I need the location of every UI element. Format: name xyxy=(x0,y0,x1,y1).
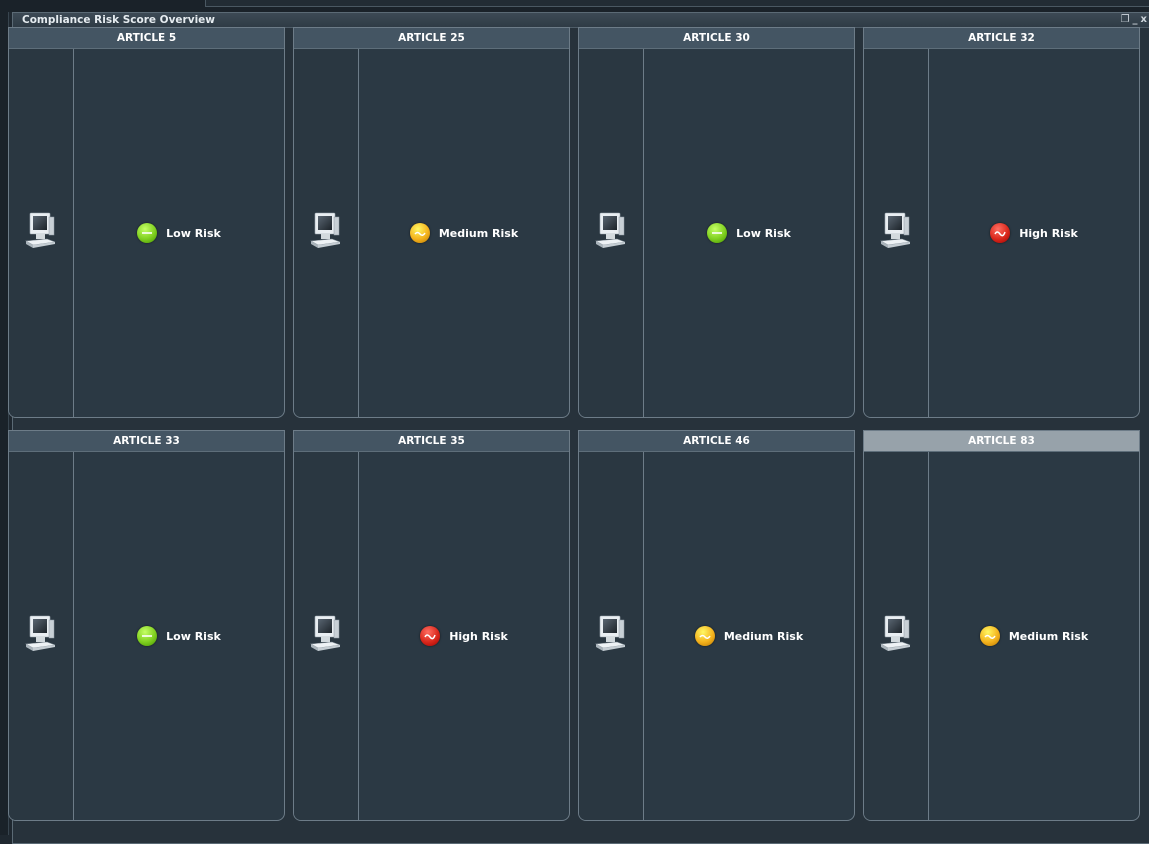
article-body: Medium Risk xyxy=(864,452,1139,820)
minimize-icon[interactable]: _ xyxy=(1133,14,1141,25)
risk-label: High Risk xyxy=(449,629,508,643)
low-risk-icon xyxy=(137,626,158,646)
article-title[interactable]: ARTICLE 83 xyxy=(864,431,1139,452)
article-sidebar xyxy=(864,49,929,417)
article-title[interactable]: ARTICLE 35 xyxy=(294,431,569,452)
article-card[interactable]: ARTICLE 83 Medium Risk xyxy=(863,430,1140,821)
low-risk-icon xyxy=(707,223,728,243)
risk-label: High Risk xyxy=(1019,226,1078,240)
article-card[interactable]: ARTICLE 25 Medium Risk xyxy=(293,27,570,418)
article-sidebar xyxy=(9,49,74,417)
risk-label: Medium Risk xyxy=(723,629,804,643)
article-body: Low Risk xyxy=(579,49,854,417)
article-title[interactable]: ARTICLE 32 xyxy=(864,28,1139,49)
article-body: Medium Risk xyxy=(579,452,854,820)
medium-risk-icon xyxy=(979,626,1000,646)
article-sidebar xyxy=(579,49,644,417)
high-risk-icon xyxy=(990,223,1011,243)
article-sidebar xyxy=(9,452,74,820)
article-sidebar xyxy=(579,452,644,820)
medium-risk-icon xyxy=(694,626,715,646)
window-title: Compliance Risk Score Overview xyxy=(22,14,215,26)
computer-icon[interactable] xyxy=(23,211,59,251)
risk-label: Low Risk xyxy=(166,226,221,240)
article-card[interactable]: ARTICLE 33 Low Risk xyxy=(8,430,285,821)
article-card[interactable]: ARTICLE 32 High Risk xyxy=(863,27,1140,418)
computer-icon[interactable] xyxy=(593,211,629,251)
article-card[interactable]: ARTICLE 46 Medium Risk xyxy=(578,430,855,821)
high-risk-icon xyxy=(420,626,441,646)
risk-status: Low Risk xyxy=(74,222,284,244)
close-icon[interactable]: x xyxy=(1141,14,1149,25)
article-body: High Risk xyxy=(294,452,569,820)
window-controls: ❐_x xyxy=(1121,13,1149,27)
article-sidebar xyxy=(864,452,929,820)
article-card[interactable]: ARTICLE 30 Low Risk xyxy=(578,27,855,418)
window-titlebar: Compliance Risk Score Overview ❐_x xyxy=(13,13,1149,28)
article-sidebar xyxy=(294,49,359,417)
computer-icon[interactable] xyxy=(308,211,344,251)
article-body: Low Risk xyxy=(9,452,284,820)
article-title[interactable]: ARTICLE 5 xyxy=(9,28,284,49)
computer-icon[interactable] xyxy=(593,614,629,654)
article-card[interactable]: ARTICLE 5 Low Risk xyxy=(8,27,285,418)
risk-status: Medium Risk xyxy=(359,222,569,244)
top-tab-edge xyxy=(205,0,1149,7)
risk-status: High Risk xyxy=(359,625,569,647)
computer-icon[interactable] xyxy=(308,614,344,654)
risk-label: Medium Risk xyxy=(438,226,519,240)
computer-icon[interactable] xyxy=(878,614,914,654)
computer-icon[interactable] xyxy=(878,211,914,251)
article-sidebar xyxy=(294,452,359,820)
risk-status: Medium Risk xyxy=(644,625,854,647)
risk-status: High Risk xyxy=(929,222,1139,244)
risk-status: Low Risk xyxy=(74,625,284,647)
computer-icon[interactable] xyxy=(23,614,59,654)
article-card[interactable]: ARTICLE 35 High Risk xyxy=(293,430,570,821)
article-body: Medium Risk xyxy=(294,49,569,417)
risk-label: Low Risk xyxy=(166,629,221,643)
restore-icon[interactable]: ❐ xyxy=(1121,14,1133,25)
article-title[interactable]: ARTICLE 46 xyxy=(579,431,854,452)
article-body: High Risk xyxy=(864,49,1139,417)
medium-risk-icon xyxy=(409,223,430,243)
risk-status: Medium Risk xyxy=(929,625,1139,647)
risk-label: Low Risk xyxy=(736,226,791,240)
article-body: Low Risk xyxy=(9,49,284,417)
risk-status: Low Risk xyxy=(644,222,854,244)
article-title[interactable]: ARTICLE 33 xyxy=(9,431,284,452)
low-risk-icon xyxy=(137,223,158,243)
article-title[interactable]: ARTICLE 30 xyxy=(579,28,854,49)
article-title[interactable]: ARTICLE 25 xyxy=(294,28,569,49)
risk-label: Medium Risk xyxy=(1008,629,1089,643)
